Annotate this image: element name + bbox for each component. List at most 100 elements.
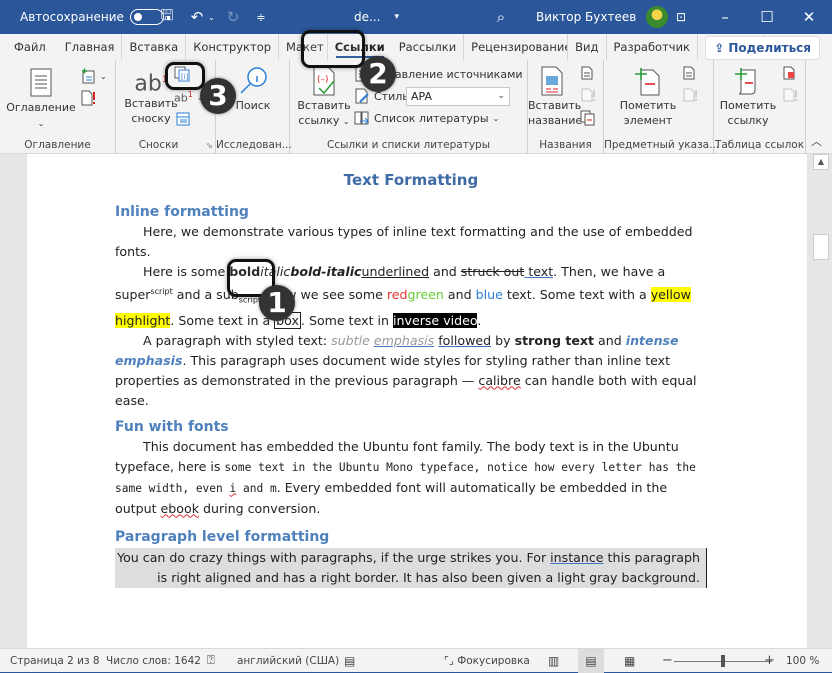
web-layout-icon[interactable]: ▦ [624,649,635,673]
print-layout-icon[interactable]: ▤ [578,649,604,673]
search-button-label: Поиск [235,99,271,112]
update-toa-button[interactable] [782,88,798,102]
zoom-level[interactable]: 100 % [786,649,819,673]
zoom-in-button[interactable]: + [764,649,775,673]
accessibility-icon[interactable]: ▤ [344,649,355,673]
share-button[interactable]: ⇪ Поделиться [705,36,820,60]
minimize-icon[interactable]: – [714,8,736,26]
focus-label: Фокусировка [457,655,530,667]
tab-home[interactable]: Главная [58,34,123,60]
document-title[interactable]: de... [354,10,380,24]
update-table-of-figures-button[interactable] [580,88,596,102]
user-name[interactable]: Виктор Бухтеев [536,10,636,24]
undo-dropdown-icon[interactable]: ⌄ [208,13,215,22]
spelling-error[interactable]: calibre [478,373,520,388]
group-toa-label: Таблица ссылок [714,139,805,151]
insert-table-of-figures-button[interactable] [580,66,594,80]
bibliography-icon [354,111,370,125]
tab-mailings[interactable]: Рассылки [392,34,465,60]
title-bar: Автосохранение 🖫 ↶ ⌄ ↻ ≑ de... ▾ ⌕ Викто… [0,0,832,34]
focus-mode-button[interactable]: ⌜⌟ Фокусировка [444,649,530,673]
insert-caption-label-1: Вставить [528,99,582,112]
avatar[interactable] [646,6,669,28]
mark-entry-button[interactable]: Пометить элемент [618,66,678,128]
mark-entry-label-1: Пометить [619,99,677,112]
callout-badge-2: 2 [360,56,396,92]
tab-view[interactable]: Вид [568,34,607,60]
insert-toa-button[interactable] [782,66,796,80]
page-indicator[interactable]: Страница 2 из 8 [10,649,100,673]
language-indicator[interactable]: английский (США) [237,649,339,673]
mark-citation-label-1: Пометить [719,99,777,112]
zoom-out-button[interactable]: − [662,649,673,673]
tab-review[interactable]: Рецензирование [464,34,569,60]
tab-file[interactable]: Файл [0,34,58,60]
callout-badge-1: 1 [259,285,295,321]
paragraph-fonts: This document has embedded the Ubuntu fo… [115,438,696,516]
read-mode-icon[interactable]: ▥ [548,649,559,673]
title-dropdown-icon[interactable]: ▾ [394,12,399,22]
group-toa: Пометить ссылку Таблица ссылок [714,60,806,154]
add-text-button[interactable]: ⌄ [80,68,107,84]
save-icon[interactable]: 🖫 [156,5,178,30]
underlined-text: underlined [361,264,430,279]
word-count[interactable]: Число слов: 1642 [106,649,201,673]
update-toa-icon [783,88,797,102]
add-text-icon [82,68,95,84]
share-label: Поделиться [728,41,811,55]
zoom-slider-thumb[interactable] [721,655,725,667]
redo-icon[interactable]: ↻ [222,8,244,26]
group-toc: Оглавление ⌄ ⌄ Оглавление [0,60,116,154]
toc-button-label: Оглавление [6,101,76,114]
undo-icon[interactable]: ↶ [186,8,208,26]
ribbon-display-icon[interactable]: ⊡ [670,10,692,24]
insert-citation-label-2: ссылку [298,114,340,127]
update-table-button[interactable] [80,90,98,106]
style-select[interactable]: APA ⌄ [406,87,510,106]
paragraph-intro: Here, we demonstrate various types of in… [115,224,693,259]
mark-citation-button[interactable]: Пометить ссылку [718,66,778,128]
svg-text:(–): (–) [317,75,329,85]
scroll-thumb[interactable] [813,234,829,260]
tab-design[interactable]: Конструктор [186,34,280,60]
customize-qat-icon[interactable]: ≑ [250,11,272,24]
autosave-label: Автосохранение [20,10,124,24]
show-notes-icon [176,112,190,126]
show-notes-button[interactable] [176,112,190,126]
search-button[interactable]: Поиск [228,66,278,113]
document-title-heading: Text Formatting [343,171,479,189]
cross-reference-icon [580,110,595,126]
status-bar: Страница 2 из 8 Число слов: 1642 ⍰ англи… [0,648,832,673]
paragraph-styled: A paragraph with styled text: subtle emp… [115,332,697,408]
group-captions: Вставить название Названия [528,60,604,154]
group-toc-label: Оглавление [24,139,91,151]
vertical-scrollbar[interactable]: ▲ [810,154,832,648]
close-icon[interactable]: ✕ [798,8,820,26]
proofing-icon[interactable]: ⍰ [207,649,215,673]
mark-citation-label-2: ссылку [727,114,769,127]
tab-insert[interactable]: Вставка [122,34,187,60]
callout-badge-3: 3 [200,78,236,114]
dialog-launcher-icon[interactable]: ⬂ [206,141,213,150]
update-index-icon [683,88,697,102]
scroll-up-icon[interactable]: ▲ [813,154,829,170]
spelling-error[interactable]: ebook [161,501,199,516]
style-icon [355,88,369,104]
blue-text: blue [475,287,503,303]
autosave-control[interactable]: Автосохранение [20,0,164,34]
search-icon[interactable]: ⌕ [490,8,512,26]
document-content[interactable]: Text Formatting Inline formatting Here, … [115,168,707,588]
bibliography-label: Список литературы [374,111,489,125]
bibliography-button[interactable]: Список литературы ⌄ [354,110,499,126]
maximize-icon[interactable]: ☐ [756,8,778,26]
toc-button[interactable]: Оглавление ⌄ [6,68,76,131]
heading-fun-with-fonts: Fun with fonts [115,418,229,435]
cross-reference-button[interactable] [580,110,596,126]
insert-index-button[interactable] [682,66,696,80]
update-index-button[interactable] [682,88,698,102]
insert-citation-button[interactable]: (–) Вставить ссылку ⌄ [296,66,352,129]
insert-caption-button[interactable]: Вставить название [528,66,582,128]
tab-developer[interactable]: Разработчик [607,34,698,60]
collapse-ribbon-icon[interactable]: ︿ [811,133,822,149]
ribbon-references: Оглавление ⌄ ⌄ Оглавление ab1 Вставить сн… [0,60,832,154]
